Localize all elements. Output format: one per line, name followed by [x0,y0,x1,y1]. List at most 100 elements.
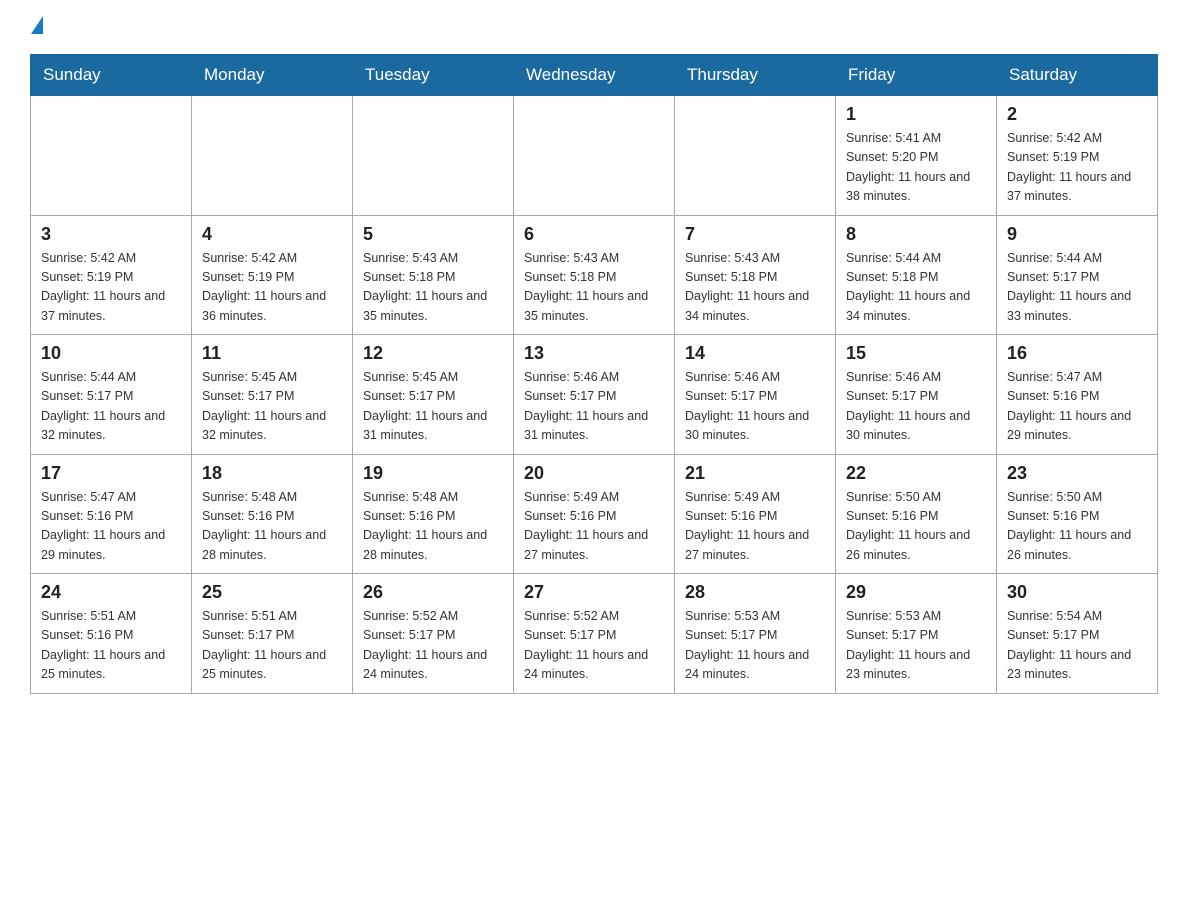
day-number: 9 [1007,224,1147,245]
calendar-day: 16 Sunrise: 5:47 AMSunset: 5:16 PMDayligh… [997,335,1158,455]
day-info: Sunrise: 5:44 AMSunset: 5:18 PMDaylight:… [846,249,986,327]
day-info: Sunrise: 5:47 AMSunset: 5:16 PMDaylight:… [41,488,181,566]
day-info: Sunrise: 5:52 AMSunset: 5:17 PMDaylight:… [524,607,664,685]
day-info: Sunrise: 5:54 AMSunset: 5:17 PMDaylight:… [1007,607,1147,685]
day-number: 6 [524,224,664,245]
day-number: 30 [1007,582,1147,603]
day-number: 12 [363,343,503,364]
day-info: Sunrise: 5:48 AMSunset: 5:16 PMDaylight:… [363,488,503,566]
calendar-day: 8 Sunrise: 5:44 AMSunset: 5:18 PMDaylight… [836,215,997,335]
day-number: 8 [846,224,986,245]
calendar-week-4: 24 Sunrise: 5:51 AMSunset: 5:16 PMDayligh… [31,574,1158,694]
page-header [30,20,1158,34]
day-number: 27 [524,582,664,603]
weekday-header-row: SundayMondayTuesdayWednesdayThursdayFrid… [31,55,1158,96]
day-number: 4 [202,224,342,245]
day-number: 22 [846,463,986,484]
day-number: 2 [1007,104,1147,125]
logo [30,20,43,34]
day-info: Sunrise: 5:53 AMSunset: 5:17 PMDaylight:… [685,607,825,685]
calendar-day: 11 Sunrise: 5:45 AMSunset: 5:17 PMDayligh… [192,335,353,455]
calendar-day: 26 Sunrise: 5:52 AMSunset: 5:17 PMDayligh… [353,574,514,694]
calendar-body: 1 Sunrise: 5:41 AMSunset: 5:20 PMDaylight… [31,96,1158,694]
calendar-day: 21 Sunrise: 5:49 AMSunset: 5:16 PMDayligh… [675,454,836,574]
calendar-day: 30 Sunrise: 5:54 AMSunset: 5:17 PMDayligh… [997,574,1158,694]
calendar-day: 24 Sunrise: 5:51 AMSunset: 5:16 PMDayligh… [31,574,192,694]
day-info: Sunrise: 5:48 AMSunset: 5:16 PMDaylight:… [202,488,342,566]
day-number: 10 [41,343,181,364]
day-info: Sunrise: 5:43 AMSunset: 5:18 PMDaylight:… [363,249,503,327]
day-number: 25 [202,582,342,603]
calendar-day: 15 Sunrise: 5:46 AMSunset: 5:17 PMDayligh… [836,335,997,455]
calendar-week-1: 3 Sunrise: 5:42 AMSunset: 5:19 PMDaylight… [31,215,1158,335]
day-number: 21 [685,463,825,484]
day-number: 17 [41,463,181,484]
weekday-header-friday: Friday [836,55,997,96]
day-info: Sunrise: 5:42 AMSunset: 5:19 PMDaylight:… [1007,129,1147,207]
day-info: Sunrise: 5:49 AMSunset: 5:16 PMDaylight:… [685,488,825,566]
day-info: Sunrise: 5:51 AMSunset: 5:17 PMDaylight:… [202,607,342,685]
day-number: 1 [846,104,986,125]
calendar-day: 25 Sunrise: 5:51 AMSunset: 5:17 PMDayligh… [192,574,353,694]
calendar-day: 10 Sunrise: 5:44 AMSunset: 5:17 PMDayligh… [31,335,192,455]
day-info: Sunrise: 5:47 AMSunset: 5:16 PMDaylight:… [1007,368,1147,446]
logo-arrow-icon [31,16,43,34]
day-number: 14 [685,343,825,364]
calendar-week-3: 17 Sunrise: 5:47 AMSunset: 5:16 PMDayligh… [31,454,1158,574]
calendar-day: 19 Sunrise: 5:48 AMSunset: 5:16 PMDayligh… [353,454,514,574]
calendar-table: SundayMondayTuesdayWednesdayThursdayFrid… [30,54,1158,694]
weekday-header-saturday: Saturday [997,55,1158,96]
day-info: Sunrise: 5:53 AMSunset: 5:17 PMDaylight:… [846,607,986,685]
calendar-day [514,96,675,216]
calendar-day: 4 Sunrise: 5:42 AMSunset: 5:19 PMDaylight… [192,215,353,335]
day-info: Sunrise: 5:49 AMSunset: 5:16 PMDaylight:… [524,488,664,566]
day-number: 13 [524,343,664,364]
day-info: Sunrise: 5:46 AMSunset: 5:17 PMDaylight:… [524,368,664,446]
calendar-day: 3 Sunrise: 5:42 AMSunset: 5:19 PMDaylight… [31,215,192,335]
calendar-week-2: 10 Sunrise: 5:44 AMSunset: 5:17 PMDayligh… [31,335,1158,455]
weekday-header-thursday: Thursday [675,55,836,96]
calendar-day: 14 Sunrise: 5:46 AMSunset: 5:17 PMDayligh… [675,335,836,455]
calendar-day: 17 Sunrise: 5:47 AMSunset: 5:16 PMDayligh… [31,454,192,574]
calendar-day: 13 Sunrise: 5:46 AMSunset: 5:17 PMDayligh… [514,335,675,455]
calendar-week-0: 1 Sunrise: 5:41 AMSunset: 5:20 PMDaylight… [31,96,1158,216]
day-number: 3 [41,224,181,245]
day-info: Sunrise: 5:50 AMSunset: 5:16 PMDaylight:… [846,488,986,566]
calendar-day: 18 Sunrise: 5:48 AMSunset: 5:16 PMDayligh… [192,454,353,574]
calendar-day: 28 Sunrise: 5:53 AMSunset: 5:17 PMDayligh… [675,574,836,694]
calendar-day: 20Sunrise: 5:49 AMSunset: 5:16 PMDayligh… [514,454,675,574]
weekday-header-sunday: Sunday [31,55,192,96]
day-number: 24 [41,582,181,603]
day-info: Sunrise: 5:42 AMSunset: 5:19 PMDaylight:… [202,249,342,327]
day-info: Sunrise: 5:45 AMSunset: 5:17 PMDaylight:… [202,368,342,446]
day-info: Sunrise: 5:44 AMSunset: 5:17 PMDaylight:… [41,368,181,446]
day-info: Sunrise: 5:42 AMSunset: 5:19 PMDaylight:… [41,249,181,327]
day-info: Sunrise: 5:41 AMSunset: 5:20 PMDaylight:… [846,129,986,207]
weekday-header-tuesday: Tuesday [353,55,514,96]
calendar-day: 22 Sunrise: 5:50 AMSunset: 5:16 PMDayligh… [836,454,997,574]
day-info: Sunrise: 5:45 AMSunset: 5:17 PMDaylight:… [363,368,503,446]
day-info: Sunrise: 5:46 AMSunset: 5:17 PMDaylight:… [846,368,986,446]
day-info: Sunrise: 5:52 AMSunset: 5:17 PMDaylight:… [363,607,503,685]
day-number: 19 [363,463,503,484]
calendar-day: 2 Sunrise: 5:42 AMSunset: 5:19 PMDaylight… [997,96,1158,216]
day-number: 28 [685,582,825,603]
calendar-day [675,96,836,216]
calendar-day [31,96,192,216]
day-number: 15 [846,343,986,364]
day-info: Sunrise: 5:51 AMSunset: 5:16 PMDaylight:… [41,607,181,685]
weekday-header-monday: Monday [192,55,353,96]
day-info: Sunrise: 5:50 AMSunset: 5:16 PMDaylight:… [1007,488,1147,566]
calendar-day: 1 Sunrise: 5:41 AMSunset: 5:20 PMDaylight… [836,96,997,216]
day-info: Sunrise: 5:44 AMSunset: 5:17 PMDaylight:… [1007,249,1147,327]
day-info: Sunrise: 5:46 AMSunset: 5:17 PMDaylight:… [685,368,825,446]
day-number: 16 [1007,343,1147,364]
day-number: 18 [202,463,342,484]
calendar-day: 23Sunrise: 5:50 AMSunset: 5:16 PMDayligh… [997,454,1158,574]
day-number: 7 [685,224,825,245]
day-number: 11 [202,343,342,364]
calendar-day: 9 Sunrise: 5:44 AMSunset: 5:17 PMDaylight… [997,215,1158,335]
day-number: 26 [363,582,503,603]
calendar-day: 7Sunrise: 5:43 AMSunset: 5:18 PMDaylight… [675,215,836,335]
calendar-day: 5Sunrise: 5:43 AMSunset: 5:18 PMDaylight… [353,215,514,335]
